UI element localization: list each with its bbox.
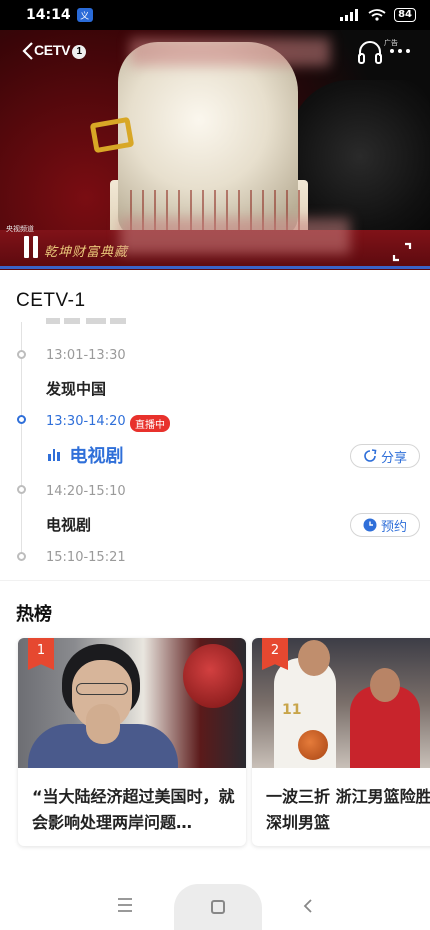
signal-icon [340,9,360,21]
more-dot-icon [390,49,394,53]
app-notification-icon: 义 [76,8,93,22]
program-schedule: CETV-1 13:01-13:30 发现中国 13:30-14:20 直播中 … [0,270,430,580]
program-time: 15:10-15:21 [46,550,126,565]
timeline-dot [17,485,26,494]
status-bar: 14:14 义 84 [0,0,430,30]
pause-icon [33,236,38,258]
menu-icon[interactable] [118,898,136,912]
hot-card[interactable]: 1 “当大陆经济超过美国时，就会影响处理两岸问题… [18,638,246,846]
hot-card-title: “当大陆经济超过美国时，就会影响处理两岸问题… [32,787,235,832]
hot-card[interactable]: 11 2 一波三折 浙江男篮险胜深圳男篮 [252,638,430,846]
channel-logo: CETV 1 [34,42,87,59]
program-time: 14:20-15:10 [46,484,126,499]
blurred-overlay-bottom [120,218,350,254]
home-icon[interactable] [211,900,225,914]
program-title-live: 电视剧 [69,446,124,467]
program-live[interactable]: 电视剧 [48,442,124,468]
channel-title: CETV-1 [16,290,86,311]
wifi-icon [368,9,386,21]
program-time-live: 13:30-14:20 [46,414,126,429]
more-dot-icon [398,49,402,53]
timeline-dot [17,350,26,359]
timeline-dot [17,552,26,561]
video-progress-bar [0,266,430,269]
share-icon [364,449,377,462]
channel-logo-text: CETV [34,42,71,58]
live-badge: 直播中 [130,415,170,432]
fullscreen-icon[interactable] [392,242,412,262]
reserve-label: 预约 [380,519,407,535]
battery-indicator: 84 [394,8,416,22]
more-options-button[interactable] [390,44,424,58]
timeline-dot-live [17,415,26,424]
ticker-text: 乾坤财富典藏 [44,245,129,260]
clipped-previous-program [46,314,166,324]
ticker-caption: 央视频道 [6,225,34,233]
pause-button[interactable] [24,236,44,260]
pause-icon [24,236,29,258]
program-title[interactable]: 发现中国 [46,378,106,399]
jersey-number: 11 [282,702,302,718]
headphone-icon[interactable] [356,38,384,66]
section-divider [0,580,430,581]
program-time: 13:01-13:30 [46,348,126,363]
clock-icon [363,518,377,532]
back-icon[interactable] [300,898,316,914]
channel-logo-number: 1 [72,45,87,59]
reserve-button[interactable]: 预约 [350,513,420,537]
hot-list-title: 热榜 [16,604,52,625]
system-nav-bar [0,880,430,930]
program-title[interactable]: 电视剧 [46,514,91,535]
video-player[interactable]: 央视频道 乾坤财富典藏 CETV 1 广告 [0,30,430,270]
hot-card-title: 一波三折 浙江男篮险胜深圳男篮 [266,787,430,832]
playing-bars-icon [48,449,60,461]
status-time: 14:14 [26,7,71,23]
status-indicators: 84 [340,8,416,22]
more-dot-icon [406,49,410,53]
share-label: 分享 [380,450,407,466]
blurred-overlay-top [130,38,330,66]
share-button[interactable]: 分享 [350,444,420,468]
back-arrow-icon [22,42,33,60]
